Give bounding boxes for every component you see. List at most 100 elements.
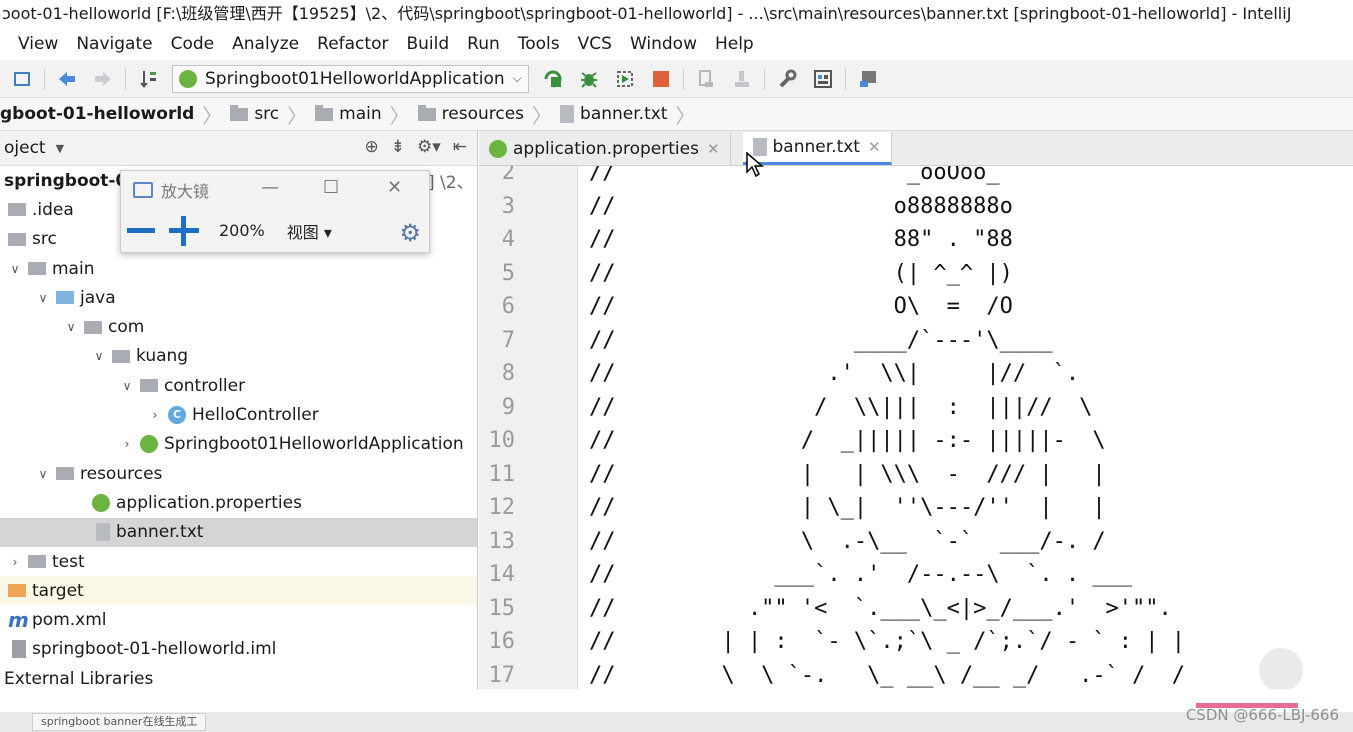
code-line: 9 // / \\||| : |||// \ — [479, 391, 1353, 425]
back-arrow-icon[interactable] — [56, 68, 78, 90]
code-line: 5 // (| ^_^ |) — [479, 257, 1353, 291]
tree-item-application-properties[interactable]: application.properties — [0, 488, 477, 517]
run-configuration-select[interactable]: Springboot01HelloworldApplication ⌵ — [172, 64, 529, 93]
project-structure-icon[interactable] — [812, 68, 834, 90]
tree-item-java[interactable]: ∨ java — [0, 283, 477, 312]
menu-analyze[interactable]: Analyze — [232, 34, 299, 54]
menu-vcs[interactable]: VCS — [578, 34, 612, 54]
chevron-down-icon[interactable]: ∨ — [64, 320, 78, 334]
menu-tools[interactable]: Tools — [518, 34, 560, 54]
tree-item-test[interactable]: › test — [0, 547, 477, 576]
line-number: 3 — [501, 193, 515, 219]
main-toolbar: Springboot01HelloworldApplication ⌵ — [0, 60, 1353, 98]
chevron-down-icon[interactable]: ∨ — [92, 349, 106, 363]
locate-target-icon[interactable]: ⊕ — [364, 137, 378, 157]
sync-icon[interactable] — [11, 68, 33, 90]
close-icon[interactable]: ✕ — [707, 140, 720, 158]
line-code: // o8888888o — [589, 193, 1013, 219]
tree-item-label: controller — [164, 375, 246, 396]
magnifier-title-bar[interactable]: 放大镜 — ☐ ✕ — [121, 171, 429, 209]
tree-item-pom-xml[interactable]: m pom.xml — [0, 605, 477, 634]
breadcrumb-resources[interactable]: resources — [412, 104, 530, 124]
close-icon[interactable]: ✕ — [868, 138, 881, 156]
chevron-down-icon[interactable]: ∨ — [36, 291, 50, 305]
line-code: // / _||||| -:- |||||- \ — [589, 428, 1106, 453]
text-file-icon — [96, 523, 110, 542]
taskbar-item[interactable]: springboot banner在线生成工 — [32, 713, 207, 731]
code-line: 14 // ___`. .' /--.--\ `. . ___ — [479, 558, 1353, 592]
menu-code[interactable]: Code — [171, 34, 215, 54]
scroll-indicator-icon[interactable] — [1259, 648, 1303, 689]
vcs-commit-icon[interactable] — [731, 68, 753, 90]
close-icon[interactable]: ✕ — [387, 177, 402, 198]
chevron-right-icon[interactable]: › — [148, 408, 162, 422]
menu-run[interactable]: Run — [467, 34, 500, 54]
code-editor[interactable]: 2 // _ooOoo_ 3 // o8888888o 4 // 88" . "88 5 //… — [479, 166, 1353, 689]
code-line: 2 // _ooOoo_ — [479, 166, 1353, 190]
build-icon[interactable] — [137, 68, 159, 90]
tree-item-external-libraries[interactable]: External Libraries — [0, 664, 477, 693]
menu-help[interactable]: Help — [715, 34, 754, 54]
breadcrumb-project[interactable]: gboot-01-helloworld — [0, 104, 200, 124]
sdk-icon[interactable] — [857, 68, 879, 90]
tree-item-kuang[interactable]: ∨ kuang — [0, 342, 477, 371]
chevron-down-icon[interactable]: ∨ — [8, 262, 22, 276]
folder-icon — [28, 555, 46, 568]
project-panel-header: oject ▼ ⊕ ⇟ ⚙▾ ⇤ — [0, 131, 477, 166]
chevron-down-icon[interactable]: ∨ — [120, 379, 134, 393]
menu-window[interactable]: Window — [630, 34, 697, 54]
vcs-update-icon[interactable] — [695, 68, 717, 90]
tree-item-resources[interactable]: ∨ resources — [0, 459, 477, 488]
breadcrumb-separator: 〉 — [389, 103, 410, 128]
tree-item-target[interactable]: target — [0, 576, 477, 606]
tree-item-label: com — [108, 317, 145, 338]
tab-application-properties[interactable]: application.properties ✕ — [479, 132, 731, 165]
tree-item-hello-controller[interactable]: › C HelloController — [0, 400, 477, 429]
tree-item-banner-txt[interactable]: banner.txt — [0, 517, 477, 547]
zoom-in-button[interactable] — [169, 215, 199, 246]
package-icon — [84, 320, 102, 334]
project-panel-title[interactable]: oject — [4, 138, 46, 158]
menu-view[interactable]: View — [18, 34, 58, 54]
stop-icon[interactable] — [650, 68, 672, 90]
menu-navigate[interactable]: Navigate — [76, 34, 152, 54]
window-title: ɔoot-01-helloworld [F:\班级管理\西开【19525】\2、… — [0, 0, 1353, 28]
tree-item-iml[interactable]: springboot-01-helloworld.iml — [0, 635, 477, 664]
editor-tab-bar: application.properties ✕ banner.txt ✕ — [479, 131, 1353, 166]
breadcrumb-src[interactable]: src — [224, 104, 285, 124]
settings-wrench-icon[interactable] — [776, 68, 798, 90]
tree-item-application-class[interactable]: › Springboot01HelloworldApplication — [0, 430, 477, 459]
breadcrumb-main[interactable]: main — [309, 104, 387, 124]
tree-item-label: src — [32, 229, 57, 250]
line-number: 8 — [501, 361, 515, 386]
chevron-down-icon[interactable]: ∨ — [36, 467, 50, 481]
settings-gear-icon[interactable]: ⚙ — [399, 219, 421, 247]
menu-build[interactable]: Build — [406, 34, 449, 54]
line-code: // (| ^_^ |) — [589, 260, 1013, 286]
view-menu-button[interactable]: 视图 ▾ — [287, 219, 332, 243]
tree-item-label: kuang — [136, 346, 189, 367]
tree-item-com[interactable]: ∨ com — [0, 312, 477, 341]
run-icon[interactable] — [542, 68, 564, 90]
tree-item-controller[interactable]: ∨ controller — [0, 371, 477, 400]
hide-panel-icon[interactable]: ⇤ — [453, 137, 467, 157]
toolbar-separator — [44, 67, 45, 90]
tree-item-label: springboot-01-helloworld.iml — [32, 639, 277, 660]
coverage-icon[interactable] — [614, 68, 636, 90]
line-code: // ."" '< `.___\_<|>_/___.' >'"". — [589, 595, 1172, 621]
minimize-icon[interactable]: — — [261, 177, 279, 198]
watermark: CSDN @666-LBJ-666 — [1185, 706, 1339, 724]
menu-refactor[interactable]: Refactor — [317, 34, 388, 54]
chevron-right-icon[interactable]: › — [8, 555, 22, 569]
breadcrumb-banner-txt[interactable]: banner.txt — [554, 104, 673, 124]
chevron-down-icon[interactable]: ▼ — [56, 142, 64, 155]
maximize-icon[interactable]: ☐ — [323, 177, 339, 198]
tree-item-label: java — [80, 287, 116, 308]
forward-arrow-icon[interactable] — [92, 68, 114, 90]
settings-gear-icon[interactable]: ⚙▾ — [417, 137, 441, 157]
debug-icon[interactable] — [578, 68, 600, 90]
collapse-all-icon[interactable]: ⇟ — [391, 137, 405, 157]
zoom-out-button[interactable] — [127, 228, 155, 233]
tree-item-main[interactable]: ∨ main — [0, 254, 477, 283]
chevron-right-icon[interactable]: › — [120, 437, 134, 451]
